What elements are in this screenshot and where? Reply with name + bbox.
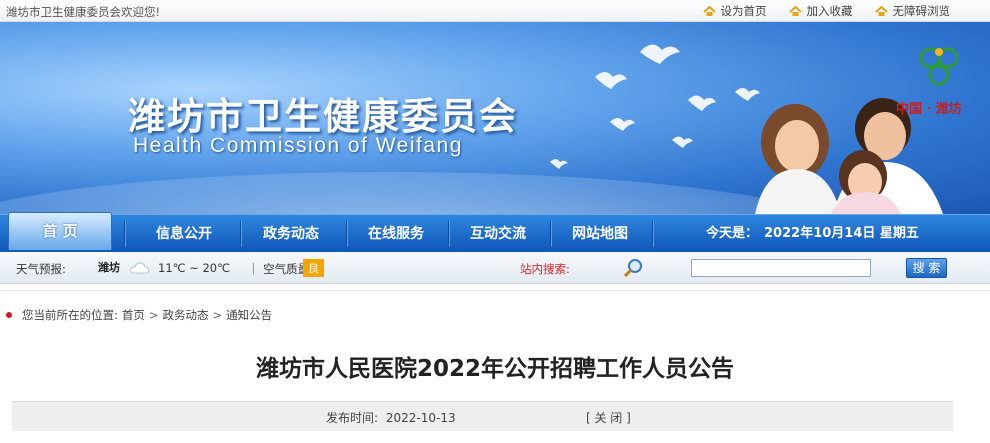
- search-input[interactable]: [691, 259, 871, 277]
- site-title-english: Health Commission of Weifang: [133, 134, 463, 157]
- content-area: 您当前所在的位置: 首页 > 政务动态 > 通知公告 潍坊市人民医院2022年公…: [0, 290, 990, 443]
- publish-date: 发布时间: 2022-10-13: [326, 409, 456, 426]
- article-meta-bar: 发布时间: 2022-10-13 [ 关 闭 ]: [12, 401, 953, 431]
- accessibility-link[interactable]: 无障碍浏览: [874, 3, 951, 19]
- nav-interaction[interactable]: 互动交流: [470, 215, 526, 253]
- today-value: 2022年10月14日 星期五: [764, 226, 919, 241]
- logo-text: 中国 · 潍坊: [896, 102, 962, 117]
- add-favorite-label: 加入收藏: [806, 4, 853, 18]
- nav-government-news[interactable]: 政务动态: [263, 215, 319, 253]
- nav-info-disclosure[interactable]: 信息公开: [156, 215, 212, 253]
- close-link[interactable]: [ 关 闭 ]: [586, 409, 631, 426]
- publish-date-value: 2022-10-13: [385, 411, 456, 425]
- breadcrumb-government-news[interactable]: 政务动态: [163, 307, 209, 323]
- city-logo: 中国 · 潍坊: [890, 42, 985, 122]
- accessibility-label: 无障碍浏览: [892, 4, 951, 18]
- cloud-icon: [130, 262, 150, 274]
- house-icon: [702, 5, 716, 16]
- magnifier-icon[interactable]: [623, 258, 643, 278]
- rings-logo-icon: [919, 47, 959, 86]
- breadcrumb-prefix: 您当前所在的位置:: [22, 308, 118, 322]
- site-search-label: 站内搜索:: [520, 262, 570, 276]
- weather-label: 天气预报:: [16, 262, 66, 276]
- air-quality-badge: 良: [303, 259, 324, 277]
- welcome-text: 潍坊市卫生健康委员会欢迎您!: [6, 5, 161, 19]
- weather-search-bar: 天气预报: 潍坊 11℃ ~ 20℃ ｜ 空气质量: 良 站内搜索: 搜 索: [0, 252, 990, 284]
- top-links: 设为首页 加入收藏 无障碍浏览: [681, 3, 951, 19]
- site-title: 潍坊市卫生健康委员会: [128, 95, 518, 138]
- search-button[interactable]: 搜 索: [906, 258, 947, 278]
- bullet-icon: [6, 312, 12, 318]
- house-icon: [874, 5, 888, 16]
- set-homepage-label: 设为首页: [720, 4, 767, 18]
- today-date: 今天是： 2022年10月14日 星期五: [706, 215, 919, 253]
- add-favorite-link[interactable]: 加入收藏: [788, 3, 853, 19]
- article-title: 潍坊市人民医院2022年公开招聘工作人员公告: [255, 356, 734, 382]
- breadcrumb-home[interactable]: 首页: [122, 307, 145, 323]
- nav-site-map[interactable]: 网站地图: [572, 215, 628, 253]
- today-label: 今天是：: [706, 226, 759, 241]
- publish-date-label: 发布时间:: [326, 411, 379, 425]
- weather-city: 潍坊: [98, 261, 120, 274]
- breadcrumb: 您当前所在的位置: 首页 > 政务动态 > 通知公告: [6, 307, 272, 323]
- main-nav: 首 页 信息公开 政务动态 在线服务 互动交流 网站地图 今天是： 2022年10…: [0, 212, 990, 253]
- nav-home[interactable]: 首 页: [8, 212, 112, 250]
- set-homepage-link[interactable]: 设为首页: [702, 3, 767, 19]
- house-icon: [788, 5, 802, 16]
- header-banner: 潍坊市卫生健康委员会 Health Commission of Weifang …: [0, 22, 990, 214]
- breadcrumb-notices[interactable]: 通知公告: [226, 307, 272, 323]
- top-bar: 潍坊市卫生健康委员会欢迎您! 设为首页 加入收藏 无障碍浏览: [0, 0, 990, 22]
- weather-temp: 11℃ ~ 20℃: [158, 261, 231, 275]
- nav-online-services[interactable]: 在线服务: [368, 215, 424, 253]
